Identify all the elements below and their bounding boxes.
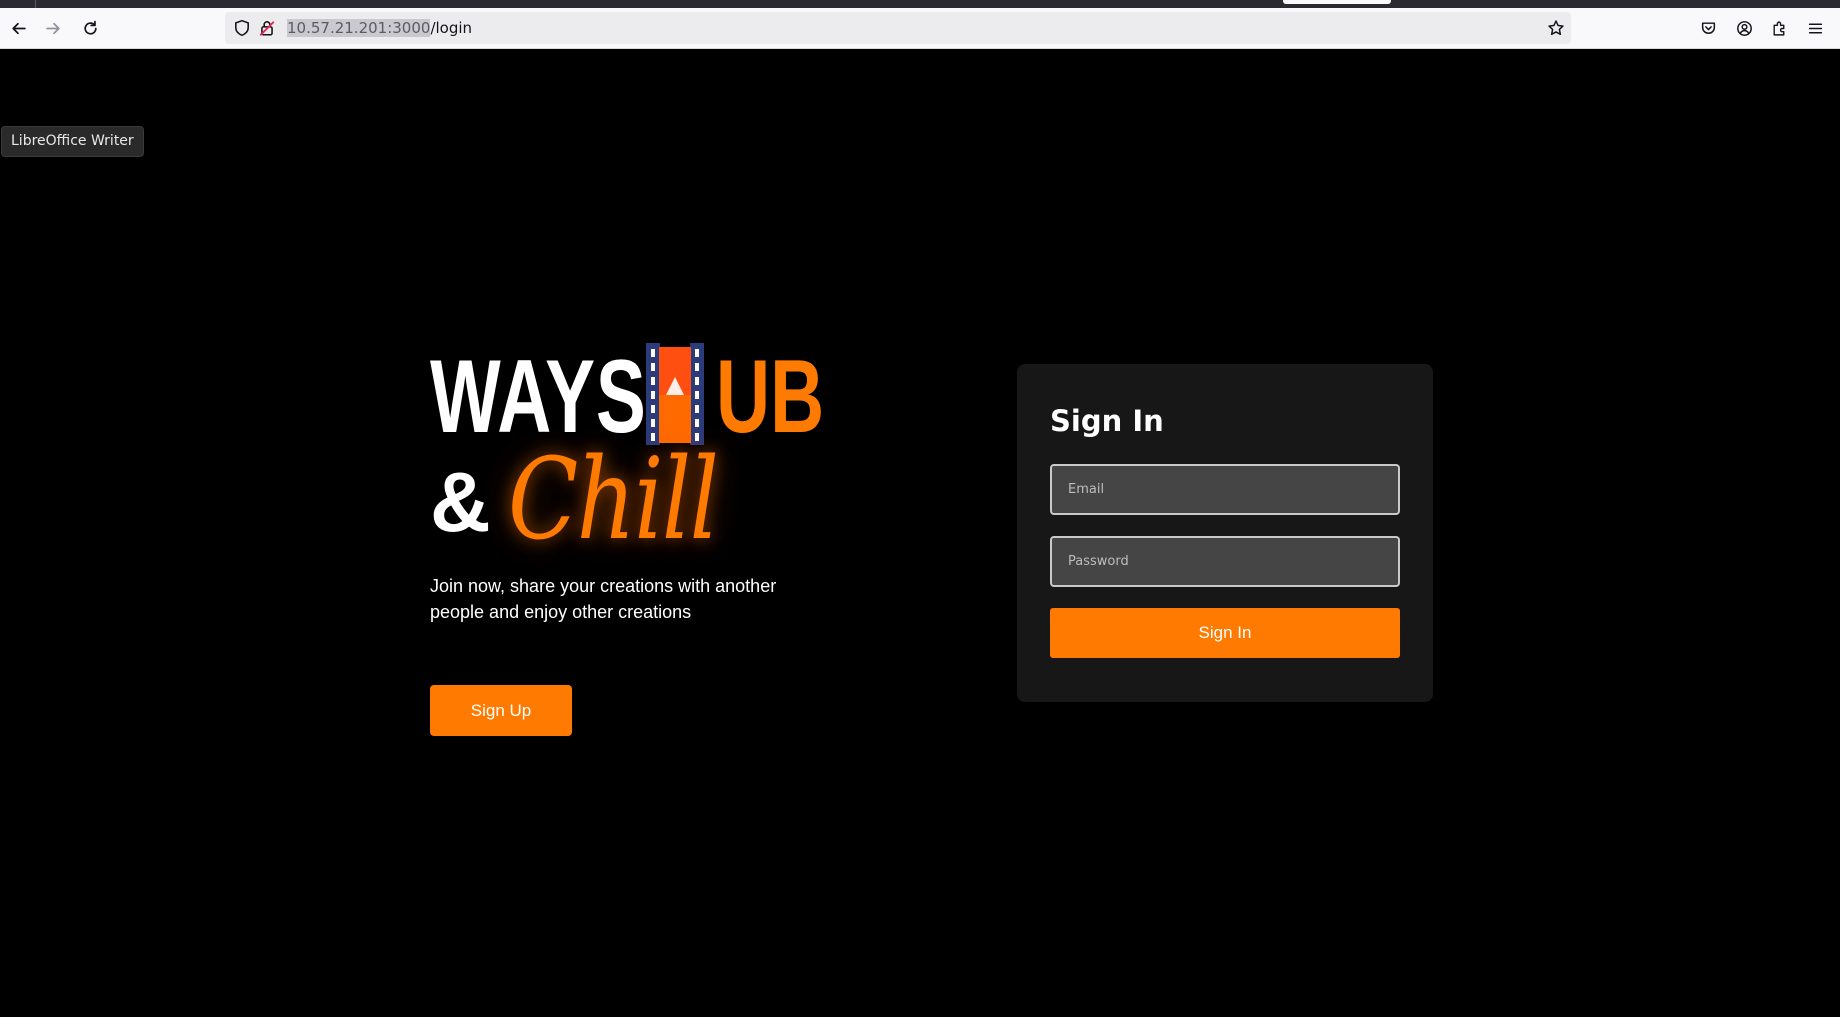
- hero-tagline: Join now, share your creations with anot…: [430, 576, 777, 622]
- email-field[interactable]: [1050, 464, 1400, 515]
- account-button[interactable]: [1729, 13, 1759, 43]
- lock-icon[interactable]: [258, 19, 276, 37]
- active-tab[interactable]: [1283, 0, 1391, 4]
- pocket-icon: [1701, 21, 1715, 34]
- reload-icon: [83, 20, 97, 35]
- url-bar[interactable]: 10.57.21.201:3000/login: [225, 12, 1571, 44]
- logo-ampersand: &: [430, 455, 491, 549]
- waysub-logo: WAYS UB & Chill: [430, 340, 830, 570]
- forward-button[interactable]: [38, 13, 68, 43]
- reload-button[interactable]: [75, 13, 105, 43]
- extensions-button[interactable]: [1764, 13, 1794, 43]
- sign-in-card: Sign In Sign In: [1017, 364, 1433, 702]
- password-field[interactable]: [1050, 536, 1400, 587]
- back-arrow-icon: [11, 22, 26, 34]
- account-icon: [1736, 20, 1752, 36]
- star-icon[interactable]: [1547, 19, 1565, 37]
- back-button[interactable]: [3, 13, 33, 43]
- url-host: 10.57.21.201:3000: [287, 19, 431, 37]
- browser-toolbar: 10.57.21.201:3000/login: [0, 8, 1840, 49]
- url-text[interactable]: 10.57.21.201:3000/login: [287, 18, 472, 38]
- sign-up-button[interactable]: Sign Up: [430, 685, 572, 736]
- extensions-icon: [1772, 21, 1784, 36]
- menu-button[interactable]: [1800, 13, 1830, 43]
- tooltip: LibreOffice Writer: [1, 126, 144, 157]
- tab-strip: [0, 0, 1840, 8]
- film-strip-icon: [646, 343, 704, 445]
- tab-separator: [35, 0, 36, 8]
- logo-chill-text: Chill: [508, 435, 719, 565]
- sign-in-title: Sign In: [1050, 404, 1164, 438]
- menu-icon: [1808, 22, 1822, 34]
- logo-ways-text: WAYS: [430, 339, 647, 455]
- pocket-button[interactable]: [1693, 13, 1723, 43]
- url-path: /login: [430, 19, 473, 37]
- sign-in-button[interactable]: Sign In: [1050, 608, 1400, 658]
- logo-ub-text: UB: [716, 339, 825, 455]
- shield-icon[interactable]: [233, 19, 251, 37]
- forward-arrow-icon: [45, 22, 60, 34]
